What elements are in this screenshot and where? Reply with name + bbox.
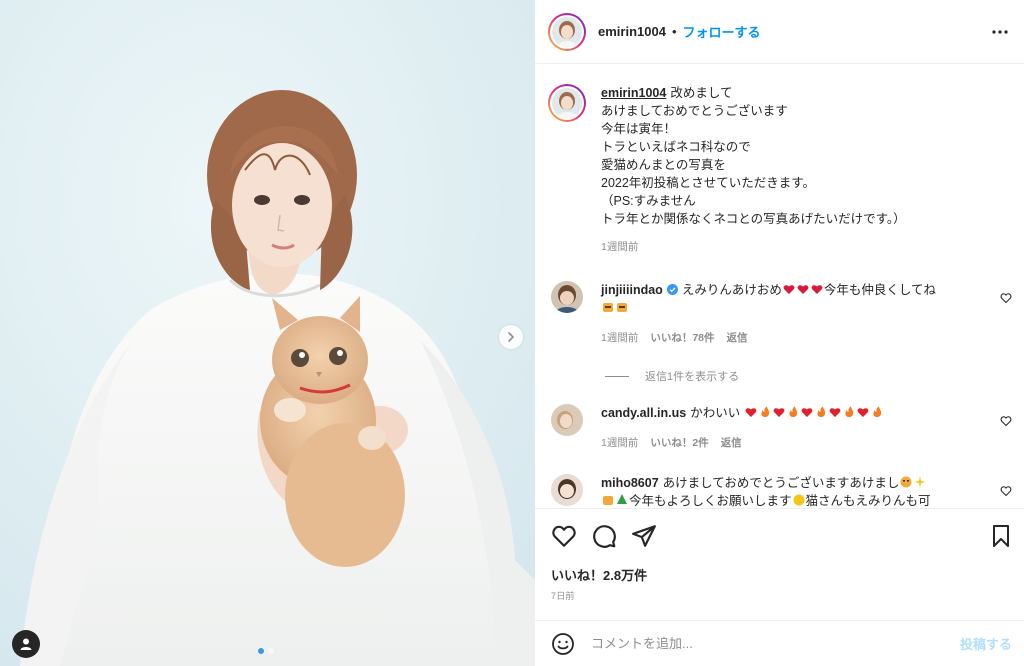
reply-button[interactable]: 返信 bbox=[727, 329, 748, 347]
tiger-icon bbox=[617, 303, 627, 312]
fire-icon bbox=[817, 406, 825, 417]
post-actions: いいね！2.8万件 7日前 bbox=[535, 508, 1024, 630]
comment-text: 今年もよろしくお願いします bbox=[629, 494, 792, 508]
verified-badge-icon bbox=[666, 284, 678, 295]
post-side-panel: emirin1004 • フォローする emirin1004 改めまして あけま… bbox=[535, 0, 1024, 666]
share-plane-icon[interactable] bbox=[631, 523, 657, 549]
comment-time[interactable]: 1週間前 bbox=[601, 434, 638, 452]
commenter-username[interactable]: miho8607 bbox=[601, 476, 659, 490]
caption-line: あけましておめでとうございます bbox=[601, 104, 788, 118]
view-replies-button[interactable]: 返信1件を表示する bbox=[605, 368, 739, 384]
caption: emirin1004 改めまして あけましておめでとうございます 今年は寅年！ ト… bbox=[548, 84, 985, 256]
heart-icon bbox=[773, 408, 785, 417]
commenter-username[interactable]: candy.all.in.us bbox=[601, 406, 686, 420]
pine-icon bbox=[617, 494, 627, 504]
chevron-right-icon bbox=[508, 332, 515, 342]
post-comment-button[interactable]: 投稿する bbox=[960, 634, 1012, 653]
comment-time[interactable]: 1週間前 bbox=[601, 329, 638, 347]
heart-icon bbox=[857, 408, 869, 417]
commenter-username[interactable]: jinjiiiindao bbox=[601, 283, 663, 297]
post-header: emirin1004 • フォローする bbox=[535, 0, 1024, 64]
author-avatar-image bbox=[552, 16, 582, 47]
comment-item: miho8607 あけましておめでとうございますあけまし 今年もよろしくお願いしま… bbox=[551, 474, 985, 508]
comment-input[interactable] bbox=[591, 636, 960, 651]
post-photo bbox=[0, 0, 535, 666]
comment-text: あけましておめでとうございますあけまし bbox=[662, 476, 900, 490]
post-time[interactable]: 7日前 bbox=[551, 589, 575, 602]
tiger-icon bbox=[603, 496, 613, 505]
post-media[interactable] bbox=[0, 0, 535, 666]
comment-text: 猫さんもえみりんも可 bbox=[805, 494, 931, 508]
post-modal: emirin1004 • フォローする emirin1004 改めまして あけま… bbox=[0, 0, 1024, 666]
emoji-icon[interactable] bbox=[551, 632, 575, 656]
caption-line: （PS:すみません bbox=[601, 194, 696, 208]
comment-text: かわいい bbox=[690, 406, 741, 420]
header-separator: • bbox=[671, 24, 677, 39]
view-replies-label: 返信1件を表示する bbox=[645, 371, 740, 383]
fire-icon bbox=[873, 406, 881, 417]
author-avatar[interactable] bbox=[548, 12, 586, 51]
comment-likes[interactable]: いいね！78件 bbox=[650, 329, 714, 347]
comments-list[interactable]: emirin1004 改めまして あけましておめでとうございます 今年は寅年！ ト… bbox=[535, 64, 1024, 508]
author-username[interactable]: emirin1004 bbox=[598, 24, 666, 39]
caption-username[interactable]: emirin1004 bbox=[601, 86, 666, 100]
fire-icon bbox=[845, 406, 853, 417]
caption-time[interactable]: 1週間前 bbox=[601, 238, 638, 256]
carousel-dot bbox=[268, 648, 274, 654]
bookmark-icon[interactable] bbox=[989, 523, 1013, 549]
comment-text: 今年も仲良くしてね bbox=[823, 283, 936, 297]
tagged-users-button[interactable] bbox=[12, 630, 40, 658]
sparkling-heart-icon bbox=[797, 285, 809, 294]
comment-likes[interactable]: いいね！2件 bbox=[650, 434, 708, 452]
heart-icon bbox=[801, 408, 813, 417]
smile-icon bbox=[793, 494, 805, 506]
carousel-dots bbox=[258, 648, 274, 654]
add-comment-bar: 投稿する bbox=[535, 620, 1024, 666]
caption-avatar-image bbox=[552, 88, 582, 118]
commenter-avatar[interactable] bbox=[551, 474, 583, 506]
more-options-icon[interactable] bbox=[990, 22, 1010, 42]
like-comment-icon[interactable] bbox=[1000, 415, 1012, 427]
caption-line: トラといえばネコ科なので bbox=[601, 140, 751, 154]
carousel-next-button[interactable] bbox=[499, 325, 523, 349]
person-icon bbox=[20, 638, 32, 650]
commenter-avatar[interactable] bbox=[551, 404, 583, 436]
caption-line: 愛猫めんまとの写真を bbox=[601, 158, 726, 172]
like-comment-icon[interactable] bbox=[1000, 292, 1012, 304]
sparkling-heart-icon bbox=[811, 285, 823, 294]
like-heart-icon[interactable] bbox=[551, 523, 577, 549]
likes-count[interactable]: いいね！2.8万件 bbox=[551, 565, 647, 584]
reply-button[interactable]: 返信 bbox=[721, 434, 742, 452]
caption-line: トラ年とか関係なくネコとの写真あげたいだけです。） bbox=[601, 212, 906, 226]
replies-divider bbox=[605, 375, 629, 377]
caption-avatar[interactable] bbox=[548, 84, 586, 122]
heart-icon bbox=[745, 408, 757, 417]
tiger-icon bbox=[603, 303, 613, 312]
sparkles-icon bbox=[914, 476, 927, 488]
commenter-avatar[interactable] bbox=[551, 281, 583, 313]
tiger-face-icon bbox=[900, 476, 912, 488]
comment-item: candy.all.in.us かわいい 1週間前 いいね！2件 返信 bbox=[551, 404, 985, 452]
fire-icon bbox=[761, 406, 769, 417]
fire-icon bbox=[789, 406, 797, 417]
comment-bubble-icon[interactable] bbox=[591, 523, 617, 549]
like-comment-icon[interactable] bbox=[1000, 485, 1012, 497]
comment-text: えみりんあけおめ bbox=[681, 283, 782, 297]
carousel-dot-active bbox=[258, 648, 264, 654]
follow-button[interactable]: フォローする bbox=[683, 22, 761, 41]
caption-line: 今年は寅年！ bbox=[601, 122, 677, 136]
caption-line: 改めまして bbox=[670, 86, 733, 100]
sparkling-heart-icon bbox=[783, 285, 795, 294]
heart-icon bbox=[829, 408, 841, 417]
caption-line: 2022年初投稿とさせていただきます。 bbox=[601, 176, 816, 190]
comment-item: jinjiiiindao えみりんあけおめ 今年も仲良くしてね 1週間前 いいね！7… bbox=[551, 281, 985, 347]
